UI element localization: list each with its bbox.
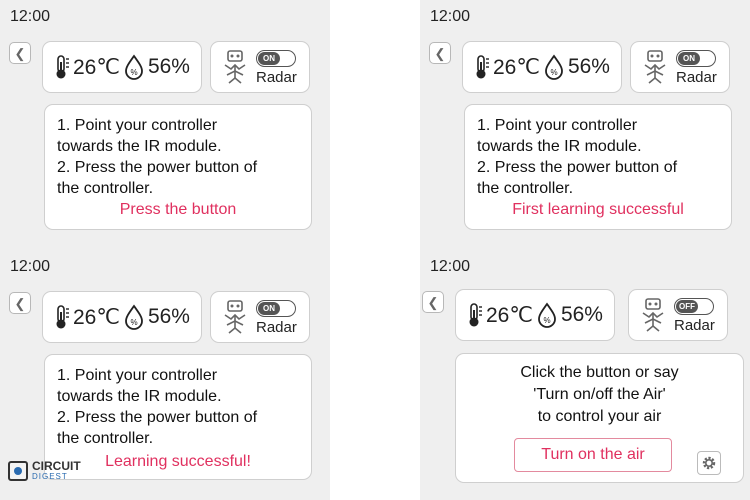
radar-robot-icon [224, 300, 246, 334]
instruction-card: 1. Point your controller towards the IR … [44, 354, 312, 480]
instruction-line: 2. Press the power button of [477, 159, 678, 176]
circuit-digest-logo: CIRCUIT DIGEST [8, 459, 81, 481]
humidity-drop-icon: % [125, 54, 143, 80]
chevron-left-icon: ❮ [427, 295, 439, 310]
clock-time: 12:00 [10, 8, 51, 25]
radar-label: Radar [256, 319, 297, 336]
humidity-value: 56% [147, 55, 190, 78]
svg-text:%: % [130, 318, 137, 327]
toggle-knob: ON [258, 52, 280, 65]
instruction-line: towards the IR module. [57, 138, 222, 155]
status-message: Press the button [119, 201, 237, 218]
radar-label: Radar [674, 317, 715, 334]
temperature-value: 26℃ [493, 55, 540, 79]
status-message: Learning successful! [105, 453, 251, 470]
thermometer-icon [476, 55, 489, 79]
radar-toggle[interactable]: ON [676, 50, 716, 67]
climate-card: 26℃ % 56% [42, 41, 202, 93]
chip-icon [8, 461, 28, 481]
screen-press-button: 12:00 ❮ 26℃ % 56% ON Radar 1. Point your… [0, 0, 330, 250]
radar-card[interactable]: ON Radar [210, 41, 310, 93]
chevron-left-icon: ❮ [14, 296, 26, 311]
instruction-line: 2. Press the power button of [57, 159, 258, 176]
temperature-value: 26℃ [486, 303, 533, 327]
climate-card: 26℃ % 56% [455, 289, 615, 341]
control-instructions: Click the button or say 'Turn on/off the… [456, 362, 743, 428]
control-line: 'Turn on/off the Air' [533, 386, 666, 403]
instruction-line: 1. Point your controller [57, 367, 218, 384]
thermometer-icon [56, 55, 69, 79]
chevron-left-icon: ❮ [434, 46, 446, 61]
instruction-line: the controller. [57, 180, 154, 197]
instruction-line: 1. Point your controller [477, 117, 638, 134]
back-button[interactable]: ❮ [9, 42, 31, 64]
instruction-text: 1. Point your controller towards the IR … [477, 115, 677, 199]
radar-card[interactable]: OFF Radar [628, 289, 728, 341]
logo-line2: DIGEST [32, 472, 68, 481]
toggle-knob: OFF [676, 300, 698, 313]
radar-label: Radar [256, 69, 297, 86]
clock-time: 12:00 [430, 258, 471, 275]
instruction-text: 1. Point your controller towards the IR … [57, 115, 257, 199]
chevron-left-icon: ❮ [14, 46, 26, 61]
instruction-line: 1. Point your controller [57, 117, 218, 134]
instruction-card: 1. Point your controller towards the IR … [464, 104, 732, 230]
climate-card: 26℃ % 56% [462, 41, 622, 93]
toggle-knob: ON [258, 302, 280, 315]
humidity-value: 56% [147, 305, 190, 328]
svg-text:%: % [550, 68, 557, 77]
instruction-line: 2. Press the power button of [57, 409, 258, 426]
control-line: Click the button or say [520, 364, 679, 381]
toggle-knob: ON [678, 52, 700, 65]
humidity-value: 56% [560, 303, 603, 326]
humidity-drop-icon: % [545, 54, 563, 80]
radar-label: Radar [676, 69, 717, 86]
radar-toggle[interactable]: OFF [674, 298, 714, 315]
logo-line1: CIRCUIT [32, 459, 81, 473]
humidity-drop-icon: % [538, 302, 556, 328]
instruction-line: the controller. [57, 430, 154, 447]
instruction-card: 1. Point your controller towards the IR … [44, 104, 312, 230]
instruction-line: towards the IR module. [57, 388, 222, 405]
screen-air-control: 12:00 ❮ 26℃ % 56% OFF Radar Click the bu… [420, 250, 750, 500]
radar-robot-icon [224, 50, 246, 84]
thermometer-icon [56, 305, 69, 329]
clock-time: 12:00 [430, 8, 471, 25]
settings-button[interactable] [697, 451, 721, 475]
instruction-line: towards the IR module. [477, 138, 642, 155]
radar-card[interactable]: ON Radar [210, 291, 310, 343]
climate-card: 26℃ % 56% [42, 291, 202, 343]
thermometer-icon [469, 303, 482, 327]
control-line: to control your air [537, 408, 662, 425]
temperature-value: 26℃ [73, 55, 120, 79]
radar-toggle[interactable]: ON [256, 50, 296, 67]
temperature-value: 26℃ [73, 305, 120, 329]
radar-toggle[interactable]: ON [256, 300, 296, 317]
humidity-drop-icon: % [125, 304, 143, 330]
turn-on-air-button[interactable]: Turn on the air [514, 438, 672, 472]
svg-text:%: % [543, 316, 550, 325]
back-button[interactable]: ❮ [9, 292, 31, 314]
gear-icon [702, 456, 716, 470]
radar-card[interactable]: ON Radar [630, 41, 730, 93]
instruction-line: the controller. [477, 180, 574, 197]
screen-first-learning: 12:00 ❮ 26℃ % 56% ON Radar 1. Point your… [420, 0, 750, 250]
svg-text:%: % [130, 68, 137, 77]
humidity-value: 56% [567, 55, 610, 78]
status-message: First learning successful [512, 201, 684, 218]
instruction-text: 1. Point your controller towards the IR … [57, 365, 257, 449]
radar-robot-icon [644, 50, 666, 84]
clock-time: 12:00 [10, 258, 51, 275]
back-button[interactable]: ❮ [422, 291, 444, 313]
air-control-card: Click the button or say 'Turn on/off the… [455, 353, 744, 483]
back-button[interactable]: ❮ [429, 42, 451, 64]
radar-robot-icon [642, 298, 664, 332]
